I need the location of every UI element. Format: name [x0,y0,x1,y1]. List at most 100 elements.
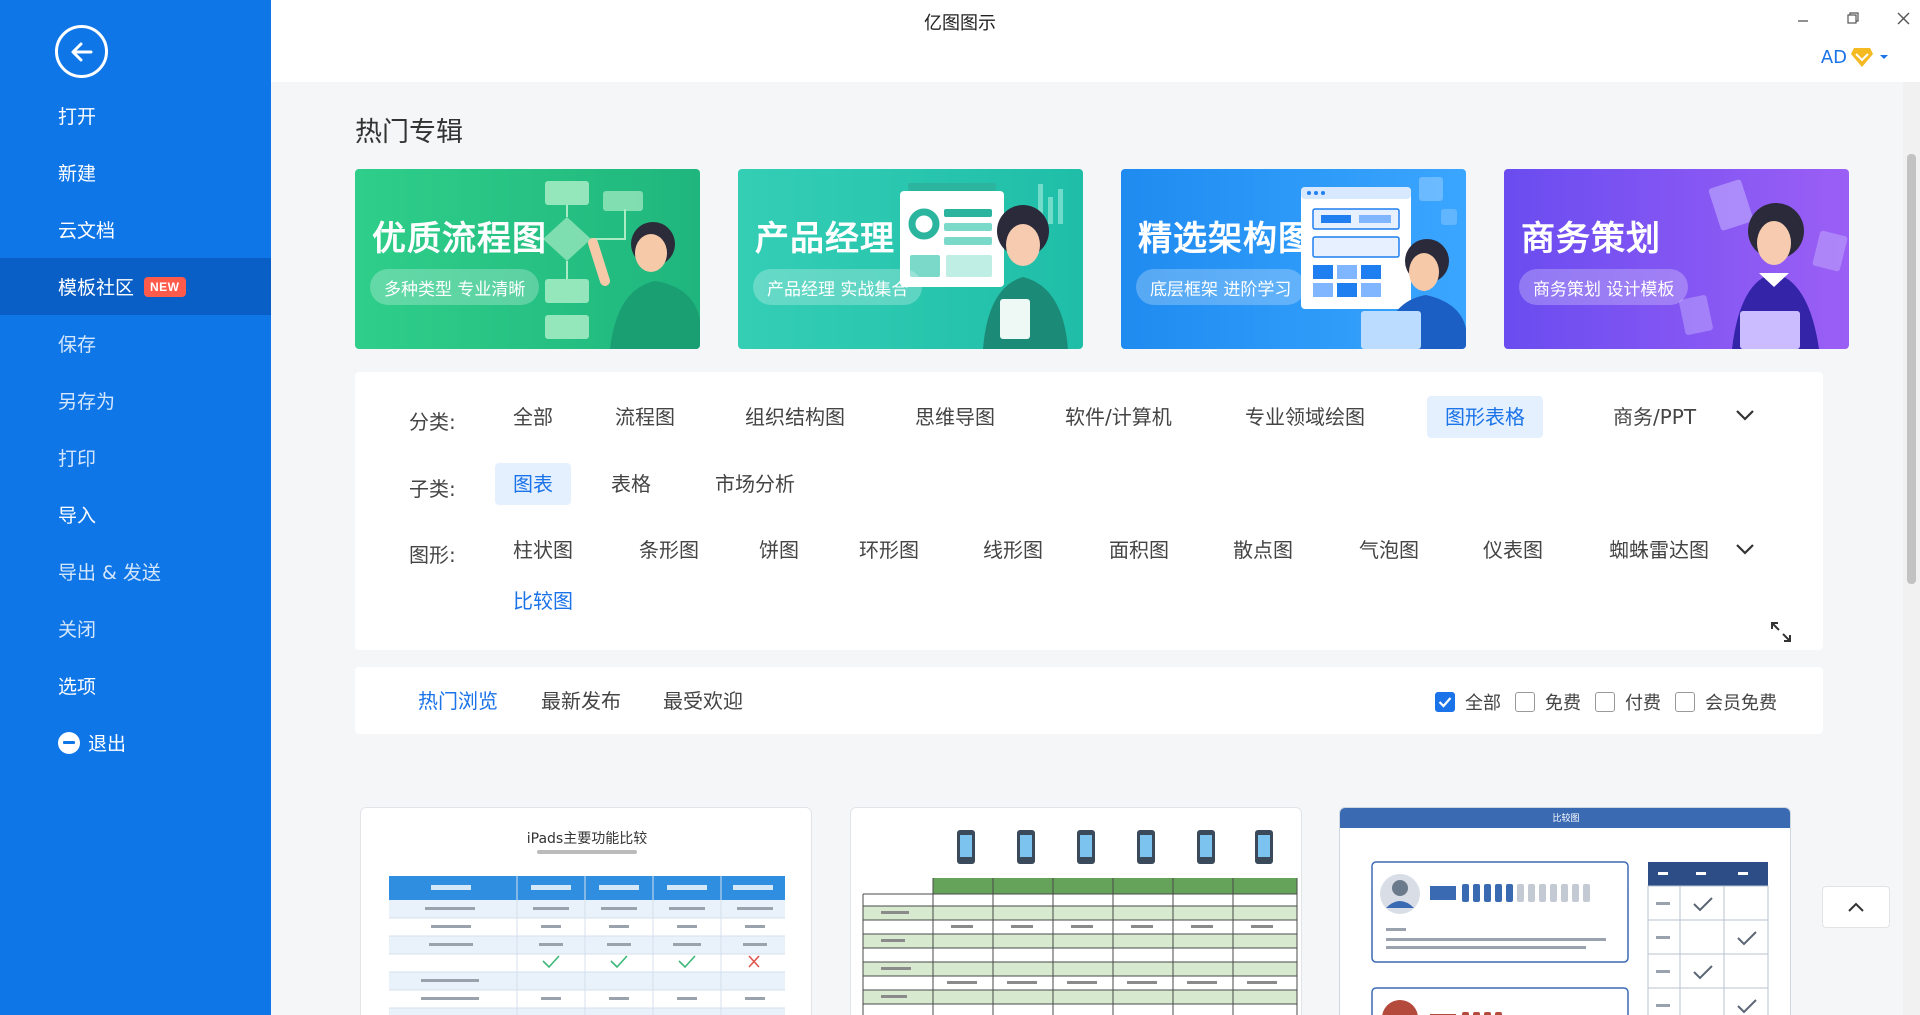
sidebar-item-import[interactable]: 导入 [0,486,271,543]
category-professional[interactable]: 专业领域绘图 [1227,396,1383,438]
arrow-left-icon [71,42,92,61]
sidebar-item-save-as[interactable]: 另存为 [0,372,271,429]
shape-bubble[interactable]: 气泡图 [1341,529,1437,571]
close-icon [1897,12,1909,24]
category-flowchart[interactable]: 流程图 [597,396,693,438]
banner-subtitle: 商务策划 设计模板 [1519,269,1689,305]
sidebar-item-label: 导出 & 发送 [58,562,161,584]
category-business-ppt[interactable]: 商务/PPT [1595,396,1714,438]
banner-title: 精选架构图 [1138,219,1313,259]
tab-latest[interactable]: 最新发布 [541,685,621,714]
sidebar-item-label: 退出 [88,733,127,755]
sidebar-item-label: 另存为 [58,391,116,413]
template-card[interactable]: iPads主要功能比较 [360,807,812,1015]
minus-circle-icon [58,731,80,754]
sort-bar: 热门浏览 最新发布 最受欢迎 全部 免费 付费 会员免费 [355,667,1823,734]
shape-line[interactable]: 线形图 [965,529,1061,571]
checkbox-checked[interactable] [1435,692,1455,712]
tab-hot[interactable]: 热门浏览 [418,685,498,714]
category-graphic-tables[interactable]: 图形表格 [1427,396,1543,438]
back-to-top-button[interactable] [1822,886,1890,928]
banner-architecture[interactable]: 精选架构图 底层框架 进阶学习 [1121,169,1466,349]
sidebar-item-cloud-docs[interactable]: 云文档 [0,201,271,258]
app-title: 亿图图示 [924,13,996,34]
minimize-button[interactable] [1788,6,1818,30]
tab-popular[interactable]: 最受欢迎 [663,685,743,714]
sidebar-item-label: 模板社区 [58,277,135,299]
category-all[interactable]: 全部 [495,396,571,438]
banner-title: 优质流程图 [372,219,547,259]
sidebar-item-exit[interactable]: 退出 [0,714,271,771]
category-label: 分类: [409,410,456,434]
shape-bar[interactable]: 条形图 [621,529,717,571]
checkbox[interactable] [1675,692,1695,712]
subcategory-label: 子类: [409,477,456,501]
checkbox[interactable] [1595,692,1615,712]
checkbox[interactable] [1515,692,1535,712]
price-filter-all[interactable]: 全部 [1435,689,1501,715]
title-bar: 亿图图示 AD [271,0,1920,82]
sidebar-item-open[interactable]: 打开 [0,87,271,144]
shape-pie[interactable]: 饼图 [741,529,817,571]
product-comparison-preview [862,830,1298,1015]
expand-icon[interactable] [1769,620,1793,644]
sidebar-item-export-send[interactable]: 导出 & 发送 [0,543,271,600]
price-filter-label: 全部 [1465,693,1501,714]
vertical-scrollbar[interactable] [1903,82,1920,1015]
back-button[interactable] [55,25,108,78]
subcategory-chart[interactable]: 图表 [495,463,571,505]
shape-label: 图形: [409,543,456,567]
comparison-table-preview [389,876,785,1015]
caret-down-icon [1880,55,1888,59]
sidebar-item-label: 关闭 [58,619,97,641]
scrollbar-thumb[interactable] [1907,154,1916,584]
shape-column[interactable]: 柱状图 [495,529,591,571]
sidebar-item-template-community[interactable]: 模板社区 NEW [0,258,271,315]
minimize-icon [1798,20,1808,22]
chevron-down-icon[interactable] [1735,542,1755,556]
sidebar-menu: 打开 新建 云文档 模板社区 NEW 保存 另存为 打印 导入 导出 & 发送 … [0,87,271,771]
sidebar-item-label: 选项 [58,676,97,698]
main-content: 热门专辑 优质流程图 多种类型 专业清晰 产品经理 产品经理 实战集合 精选架构… [271,82,1903,1015]
sidebar-item-save[interactable]: 保存 [0,315,271,372]
close-window-button[interactable] [1888,6,1918,30]
price-filter-paid[interactable]: 付费 [1595,689,1661,715]
price-filter-member-free[interactable]: 会员免费 [1675,689,1777,715]
banner-product-manager[interactable]: 产品经理 产品经理 实战集合 [738,169,1083,349]
card-title: iPads主要功能比较 [526,831,648,847]
sidebar-item-label: 云文档 [58,220,116,242]
template-card[interactable]: 比较图 [1339,807,1791,1015]
subcategory-table[interactable]: 表格 [593,463,669,505]
category-org-chart[interactable]: 组织结构图 [727,396,863,438]
banner-subtitle: 底层框架 进阶学习 [1136,269,1306,305]
sidebar-item-options[interactable]: 选项 [0,657,271,714]
category-software[interactable]: 软件/计算机 [1047,396,1190,438]
banner-flowchart[interactable]: 优质流程图 多种类型 专业清晰 [355,169,700,349]
vip-diamond-icon [1851,48,1873,67]
shape-scatter[interactable]: 散点图 [1215,529,1311,571]
shape-comparison[interactable]: 比较图 [495,580,591,622]
sidebar-item-print[interactable]: 打印 [0,429,271,486]
account-menu[interactable]: AD [1821,46,1890,68]
banner-business-plan[interactable]: 商务策划 商务策划 设计模板 [1504,169,1849,349]
sidebar-item-close[interactable]: 关闭 [0,600,271,657]
shape-radar[interactable]: 蜘蛛雷达图 [1591,529,1727,571]
account-initials: AD [1820,46,1847,68]
price-filter-free[interactable]: 免费 [1515,689,1581,715]
checkmark-icon [1438,697,1452,708]
sidebar-item-label: 导入 [58,505,97,527]
sidebar-item-new[interactable]: 新建 [0,144,271,201]
sidebar-item-label: 新建 [58,163,97,185]
restore-button[interactable] [1838,6,1868,30]
shape-donut[interactable]: 环形图 [841,529,937,571]
shape-gauge[interactable]: 仪表图 [1465,529,1561,571]
template-card[interactable] [850,807,1302,1015]
sidebar-item-label: 保存 [58,334,97,356]
card-header: 比较图 [1340,808,1790,828]
category-mind-map[interactable]: 思维导图 [897,396,1013,438]
shape-area[interactable]: 面积图 [1091,529,1187,571]
subcategory-market-analysis[interactable]: 市场分析 [697,463,813,505]
chevron-down-icon[interactable] [1735,408,1755,422]
price-filter-label: 会员免费 [1705,693,1777,714]
banner-subtitle: 产品经理 实战集合 [753,269,923,305]
